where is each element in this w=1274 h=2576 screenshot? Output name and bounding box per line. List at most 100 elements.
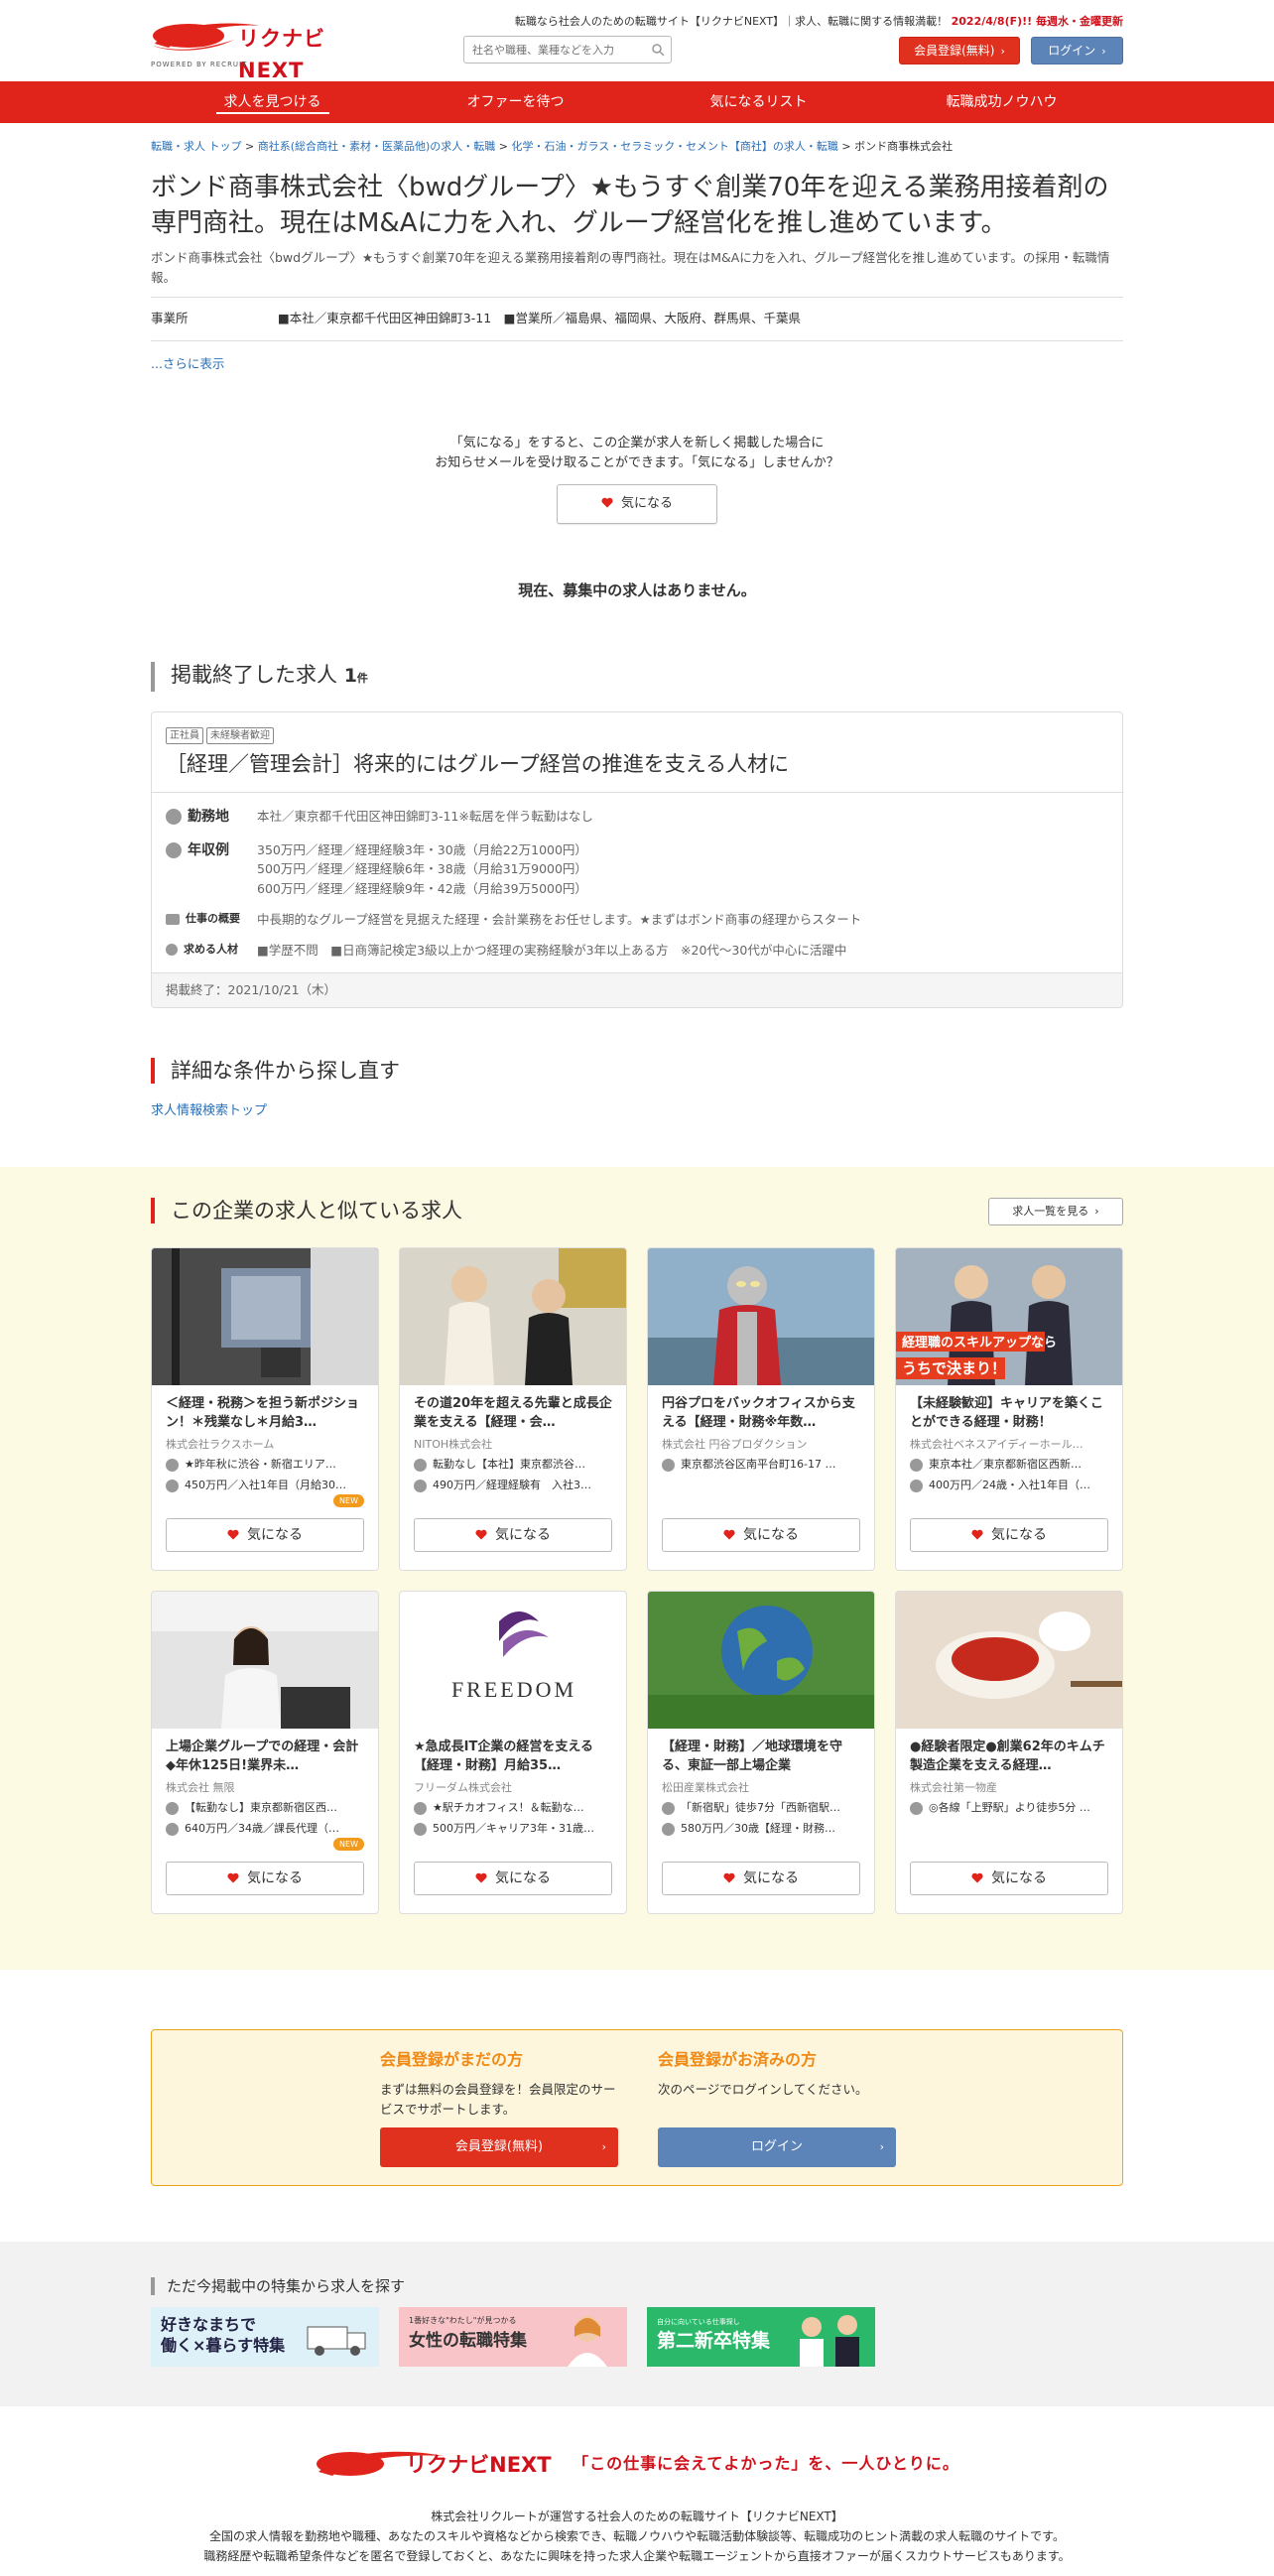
follow-text-1: 「気になる」をすると、この企業が求人を新しく掲載した場合に xyxy=(449,435,825,451)
similar-job-salary: 580万円／30歳【経理・財務… xyxy=(648,1817,874,1838)
job-thumbnail[interactable] xyxy=(400,1247,626,1385)
banner-text: 1番好きな"わたし"が見つかる 女性の転職特集 xyxy=(409,2315,527,2355)
similar-job-location: ★駅チカオフィス！＆転勤な… xyxy=(400,1796,626,1817)
similar-job-title[interactable]: 【経理・財務】／地球環境を守る、東証一部上場企業 xyxy=(648,1729,874,1778)
breadcrumb: 転職・求人 トップ > 商社系(総合商社・素材・医薬品他)の求人・転職 > 化学… xyxy=(151,140,954,153)
breadcrumb-category[interactable]: 化学・石油・ガラス・セラミック・セメント【商社】の求人・転職 xyxy=(512,140,838,153)
location-pin-icon xyxy=(910,1459,923,1473)
member-register-button[interactable]: 会員登録(無料) › xyxy=(380,2126,618,2167)
favorite-button[interactable]: 気になる xyxy=(414,1861,612,1895)
job-thumbnail[interactable]: FREEDOM xyxy=(400,1591,626,1729)
similar-job-card[interactable]: ＜経理・税務＞を担う新ポジション！＊残業なし＊月給3… 株式会社ラクスホーム ★昨年… xyxy=(151,1246,379,1571)
follow-company-button[interactable]: 気になる xyxy=(557,484,717,525)
job-ended-date: 掲載終了：2021/10/21（木） xyxy=(152,971,1122,1008)
job-salary-row: 年収例 350万円／経理／経理経験3年・30歳（月給22万1000円） 500万… xyxy=(166,835,1108,904)
job-photo xyxy=(648,1591,874,1729)
banner-women[interactable]: 1番好きな"わたし"が見つかる 女性の転職特集 xyxy=(399,2306,627,2367)
similar-job-title[interactable]: 円谷プロをバックオフィスから支える【経理・財務※年数… xyxy=(648,1385,874,1435)
job-requirement-label-wrap: 求める人材 xyxy=(166,941,257,960)
location-pin-icon xyxy=(166,1459,179,1473)
similar-job-location: ◎各線「上野駅」より徒歩5分 … xyxy=(896,1796,1122,1817)
similar-job-company: 株式会社第一物産 xyxy=(910,1780,997,1794)
heart-icon xyxy=(227,1529,239,1540)
banner-local-life[interactable]: 好きなまちで 働く×暮らす特集 xyxy=(151,2306,379,2367)
similar-job-card[interactable]: 円谷プロをバックオフィスから支える【経理・財務※年数… 株式会社 円谷プロダクショ… xyxy=(647,1246,875,1571)
company-lead: ボンド商事株式会社〈bwdグループ〉★もうすぐ創業70年を迎える業務用接着剤の専… xyxy=(151,250,1110,285)
similar-job-title[interactable]: ●経験者限定●創業62年のキムチ製造企業を支える経理… xyxy=(896,1729,1122,1778)
yen-icon xyxy=(414,1479,427,1492)
footer-logo: リクナビNEXT 「この仕事に会えてよかった」を、一人ひとりに。 xyxy=(0,2442,1274,2486)
search-icon[interactable] xyxy=(651,43,665,57)
site-logo[interactable]: リクナビNEXT POWERED BY RECRUIT xyxy=(151,14,359,82)
person-icon xyxy=(166,944,178,957)
similar-job-company: NITOH株式会社 xyxy=(414,1437,493,1451)
similar-job-card[interactable]: その道20年を超える先輩と成長企業を支える【経理・会… NITOH株式会社転勤なし… xyxy=(399,1246,627,1571)
similar-job-title[interactable]: 上場企業グループでの経理・会計◆年休125日!業界未… xyxy=(152,1729,378,1778)
breadcrumb-industry[interactable]: 商社系(総合商社・素材・医薬品他)の求人・転職 xyxy=(258,140,496,153)
nav-wait-offer[interactable]: オファーを待つ xyxy=(394,81,637,123)
nav-find-jobs[interactable]: 求人を見つける xyxy=(151,81,394,123)
member-login-button[interactable]: ログイン › xyxy=(658,2126,896,2167)
similar-job-card[interactable]: FREEDOM ★急成長IT企業の経営を支える【経理・財務】月給35… フリーダム株… xyxy=(399,1590,627,1914)
job-summary-label-wrap: 仕事の概要 xyxy=(166,910,257,929)
similar-job-title[interactable]: ★急成長IT企業の経営を支える【経理・財務】月給35… xyxy=(400,1729,626,1778)
similar-job-salary: 400万円／24歳・入社1年目（… xyxy=(896,1474,1122,1494)
woman-illustration-icon xyxy=(568,2315,607,2367)
banner-second-grad[interactable]: 自分に向いている仕事探し 第二新卒特集 xyxy=(647,2306,875,2367)
similar-job-card[interactable]: 【経理・財務】／地球環境を守る、東証一部上場企業 松田産業株式会社 「新宿駅」徒歩7… xyxy=(647,1590,875,1914)
similar-job-card[interactable]: 経理職のスキルアップなら うちで決まり！ 【未経験歓迎】キャリアを築くことができる経… xyxy=(895,1246,1123,1571)
similar-job-title[interactable]: その道20年を超える先輩と成長企業を支える【経理・会… xyxy=(400,1385,626,1435)
heart-icon xyxy=(475,1529,487,1540)
favorite-button[interactable]: 気になる xyxy=(662,1517,860,1552)
job-requirement-label: 求める人材 xyxy=(184,943,238,957)
job-title[interactable]: ［経理／管理会計］将来的にはグループ経営の推進を支える人材に xyxy=(152,745,1122,794)
special-heading: ただ今掲載中の特集から求人を探す xyxy=(151,2276,1123,2295)
favorite-button[interactable]: 気になる xyxy=(414,1517,612,1552)
salary-line: 500万円／経理／経理経験6年・38歳（月給31万9000円） xyxy=(257,861,587,877)
job-thumbnail[interactable] xyxy=(152,1591,378,1729)
search-top-link[interactable]: 求人情報検索トップ xyxy=(151,1101,1123,1121)
heart-icon xyxy=(601,497,613,508)
similar-job-title[interactable]: 【未経験歓迎】キャリアを築くことができる経理・財務！ xyxy=(896,1385,1122,1435)
similar-job-title[interactable]: ＜経理・税務＞を担う新ポジション！＊残業なし＊月給3… xyxy=(152,1385,378,1435)
favorite-button[interactable]: 気になる xyxy=(166,1861,364,1895)
show-more-link[interactable]: ...さらに表示 xyxy=(151,355,1123,374)
search-box[interactable] xyxy=(463,36,672,64)
job-thumbnail[interactable] xyxy=(648,1247,874,1385)
similar-job-card[interactable]: 上場企業グループでの経理・会計◆年休125日!業界未… 株式会社 無限 【転勤なし】… xyxy=(151,1590,379,1914)
favorite-label: 気になる xyxy=(247,1869,303,1886)
tagline-update: 2022/4/8(F)!! 毎週水・金曜更新 xyxy=(951,15,1123,28)
chevron-right-icon: › xyxy=(879,2139,884,2153)
member-register-label: 会員登録(無料) xyxy=(454,2138,544,2154)
favorite-button[interactable]: 気になる xyxy=(910,1861,1108,1895)
job-thumbnail[interactable]: 経理職のスキルアップなら うちで決まり！ xyxy=(896,1247,1122,1385)
login-label: ログイン xyxy=(1048,44,1096,58)
job-thumbnail[interactable] xyxy=(152,1247,378,1385)
similar-job-location: ★昨年秋に渋谷・新宿エリア… xyxy=(152,1453,378,1474)
similar-job-company: 松田産業株式会社 xyxy=(662,1780,749,1794)
banner-text: 自分に向いている仕事探し 第二新卒特集 xyxy=(657,2317,770,2356)
nav-watchlist[interactable]: 気になるリスト xyxy=(637,81,880,123)
breadcrumb-top[interactable]: 転職・求人 トップ xyxy=(151,140,242,153)
nav-knowhow[interactable]: 転職成功ノウハウ xyxy=(880,81,1123,123)
view-list-button[interactable]: 求人一覧を見る › xyxy=(988,1197,1123,1225)
nav-label: 転職成功ノウハウ xyxy=(946,94,1058,110)
ended-job-card[interactable]: 正社員 未経験者歓迎 ［経理／管理会計］将来的にはグループ経営の推進を支える人材に… xyxy=(151,710,1123,1009)
similar-job-location: 転勤なし【本社】東京都渋谷… xyxy=(400,1453,626,1474)
similar-job-card[interactable]: ●経験者限定●創業62年のキムチ製造企業を支える経理… 株式会社第一物産 ◎各線「上… xyxy=(895,1590,1123,1914)
global-nav: 求人を見つける オファーを待つ 気になるリスト 転職成功ノウハウ xyxy=(0,81,1274,123)
member-wrap: 会員登録がまだの方 まずは無料の会員登録を！会員限定のサービスでサポートします。… xyxy=(151,2028,1123,2186)
favorite-button[interactable]: 気になる xyxy=(910,1517,1108,1552)
job-summary-value: 中長期的なグループ経営を見据えた経理・会計業務をお任せします。★まずはボンド商事… xyxy=(257,911,862,927)
job-summary-row: 仕事の概要 中長期的なグループ経営を見据えた経理・会計業務をお任せします。★まず… xyxy=(166,904,1108,935)
favorite-button[interactable]: 気になる xyxy=(662,1861,860,1895)
register-button[interactable]: 会員登録(無料) › xyxy=(899,37,1020,64)
search-input[interactable] xyxy=(464,37,643,63)
job-thumbnail[interactable] xyxy=(648,1591,874,1729)
similar-job-location: 東京本社／東京都新宿区西新… xyxy=(896,1453,1122,1474)
favorite-button[interactable]: 気になる xyxy=(166,1517,364,1552)
job-photo xyxy=(152,1591,378,1729)
footer-brand-logo[interactable]: リクナビNEXT xyxy=(315,2444,553,2484)
login-button[interactable]: ログイン › xyxy=(1031,37,1123,64)
job-thumbnail[interactable] xyxy=(896,1591,1122,1729)
